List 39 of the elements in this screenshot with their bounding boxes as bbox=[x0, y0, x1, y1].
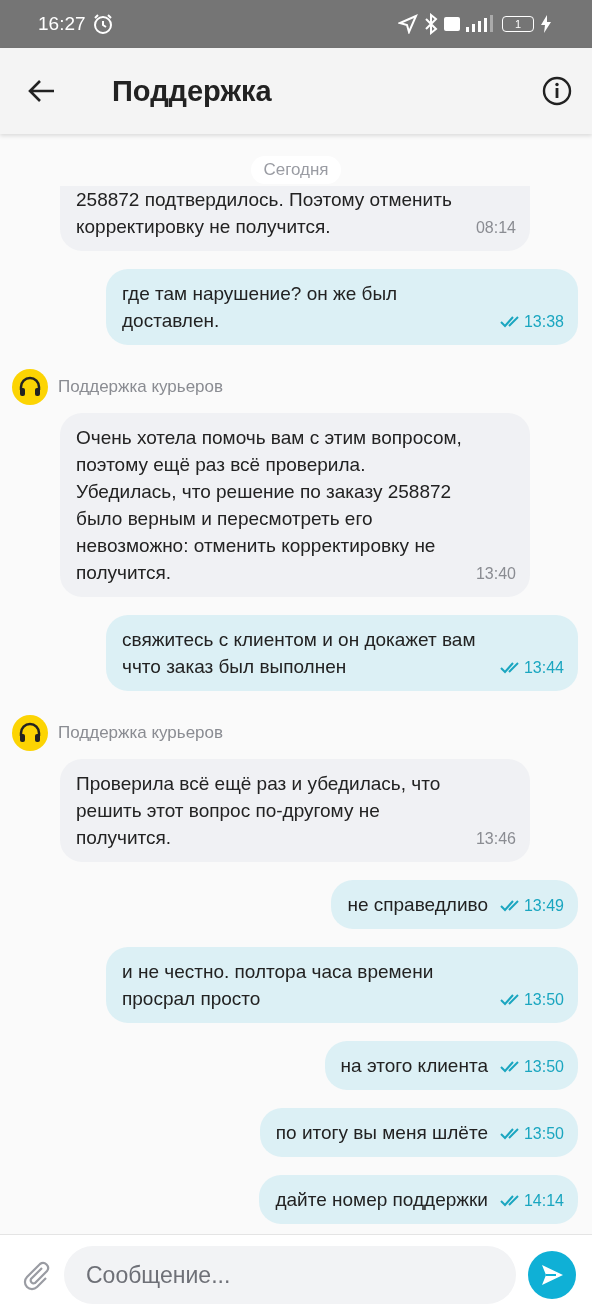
headset-avatar-icon bbox=[12, 715, 48, 751]
message-text: на этого клиента bbox=[340, 1054, 488, 1078]
message-time: 13:50 bbox=[523, 1057, 564, 1077]
message-time: 13:46 bbox=[475, 829, 516, 849]
alarm-icon bbox=[91, 13, 114, 35]
sender-name: Поддержка курьеров bbox=[58, 377, 224, 397]
message-text: свяжитесь с клиентом и он докажет вам ччто заказ был выполнен bbox=[122, 628, 477, 679]
status-time: 16:27 bbox=[38, 13, 86, 35]
message-field[interactable]: Сообщение... bbox=[64, 1246, 516, 1304]
signal-icon bbox=[444, 13, 496, 35]
message-text: Очень хотела помочь вам с этим вопросом, поэтому ещё раз всё проверила. Убедилась, что решение по заказу 258872 было верным и пересмотреть его невозможно: отменить корректировку не получится. bbox=[76, 426, 463, 585]
message-time: 13:40 bbox=[475, 564, 516, 584]
message-text: и не честно. полтора часа времени просрал просто bbox=[122, 960, 435, 1011]
message-time: 14:14 bbox=[523, 1191, 564, 1211]
message-text: Проверила всё ещё раз и убедилась, что решить этот вопрос по-другому не получится. bbox=[76, 772, 442, 850]
message-time: 13:50 bbox=[523, 990, 564, 1010]
message-time: 13:50 bbox=[523, 1124, 564, 1144]
date-label: Сегодня bbox=[251, 156, 341, 184]
sender-name: Поддержка курьеров bbox=[58, 723, 224, 743]
message-text: где там нарушение? он же был доставлен. bbox=[122, 282, 399, 333]
location-icon bbox=[398, 14, 418, 34]
message-text: не справедливо bbox=[347, 893, 488, 917]
message-time: 08:14 bbox=[475, 218, 516, 238]
bluetooth-icon bbox=[424, 13, 438, 35]
message-text: дайте номер поддержки bbox=[275, 1188, 488, 1212]
message-time: 13:49 bbox=[523, 896, 564, 916]
battery-level: 1 bbox=[502, 16, 534, 32]
send-button[interactable] bbox=[528, 1251, 576, 1299]
back-icon[interactable] bbox=[28, 79, 56, 103]
header-title: Поддержка bbox=[112, 74, 273, 108]
attach-icon[interactable] bbox=[22, 1259, 52, 1291]
message-text: по итогу вы меня шлёте bbox=[275, 1121, 488, 1145]
charging-icon bbox=[540, 14, 552, 34]
message-time: 13:44 bbox=[523, 658, 564, 678]
message-text: 258872 подтвердилось. Поэтому отменить корректировку не получится. bbox=[76, 188, 453, 239]
message-time: 13:38 bbox=[523, 312, 564, 332]
info-icon[interactable] bbox=[542, 76, 572, 106]
send-icon bbox=[540, 1264, 564, 1286]
headset-avatar-icon bbox=[12, 369, 48, 405]
